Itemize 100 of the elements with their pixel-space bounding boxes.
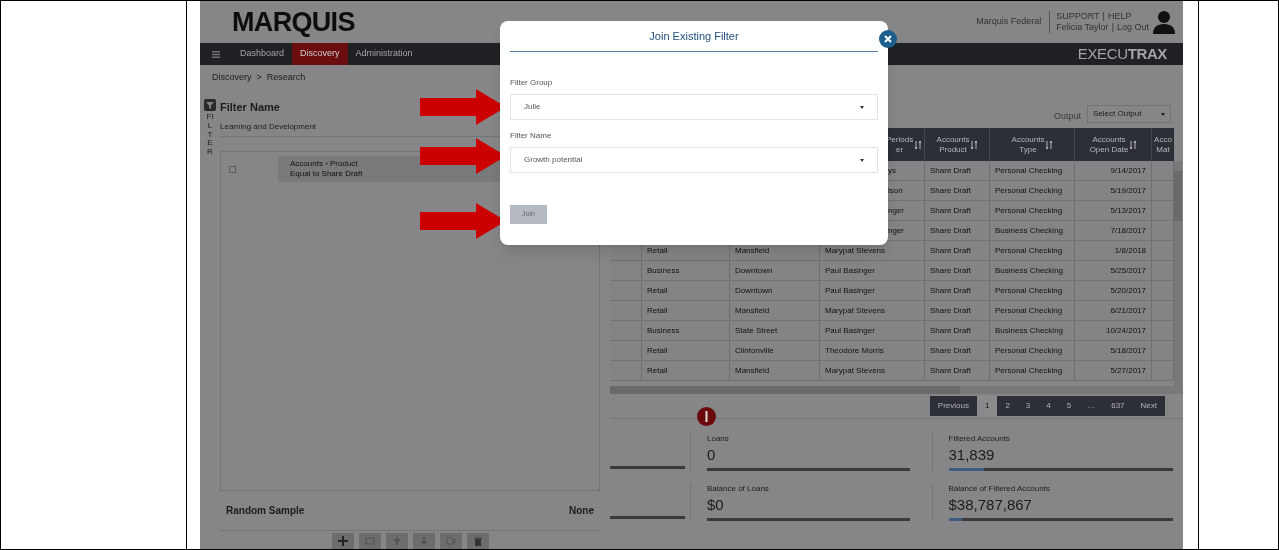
breadcrumb-separator: > xyxy=(256,71,262,85)
select-field[interactable]: Julie xyxy=(510,94,878,120)
table-cell: Mansfield xyxy=(735,244,770,257)
table-cell: Retail xyxy=(647,284,668,297)
page-button[interactable]: 2 xyxy=(997,396,1018,416)
table-cell: Retail xyxy=(647,364,668,377)
breadcrumb-link[interactable]: Research xyxy=(266,71,306,85)
table-cell: Downtown xyxy=(735,264,773,277)
table-cell: Share Draft xyxy=(930,204,971,217)
table-cell: Marypat Stevens xyxy=(825,304,886,317)
breadcrumb-link[interactable]: Discovery xyxy=(212,71,252,85)
stat-value: 31,839 xyxy=(948,445,996,465)
nav-tab[interactable]: Dashboard xyxy=(232,43,293,65)
table-cell: Mansfield xyxy=(735,304,770,317)
table-cell: State Street xyxy=(735,324,778,337)
menu-icon[interactable] xyxy=(212,50,220,58)
nav-tab[interactable]: Discovery xyxy=(292,43,348,65)
logo: MARQUIS xyxy=(232,5,355,39)
organization-name: Marquis Federal xyxy=(976,15,1042,29)
panel-title: Filter Name xyxy=(220,100,280,115)
page-button[interactable]: 5 xyxy=(1058,396,1080,416)
header-link[interactable]: Felicia Taylor xyxy=(1056,22,1109,33)
table-cell: 5/13/2017 xyxy=(1110,204,1146,217)
page-button[interactable]: 1 xyxy=(976,396,998,416)
close-button[interactable] xyxy=(879,30,897,48)
table-cell: Business Checking xyxy=(995,224,1064,237)
page-button[interactable]: 4 xyxy=(1038,396,1059,416)
modal-title: Join Existing Filter xyxy=(649,28,739,44)
table-cell: 5/18/2017 xyxy=(1110,344,1146,357)
table-cell: Share Draft xyxy=(930,364,971,377)
user-icon[interactable] xyxy=(1153,10,1175,34)
table-cell: Share Draft xyxy=(930,284,971,297)
checkbox[interactable] xyxy=(229,165,236,173)
stat-label: Balance of Filtered Accounts xyxy=(948,483,1051,495)
sort-icon xyxy=(971,140,978,149)
field-label: Filter Group xyxy=(510,77,554,89)
nav-tab[interactable]: Administration xyxy=(347,43,421,65)
sample-label: Random Sample xyxy=(226,504,305,518)
table-cell: Downtown xyxy=(735,284,773,297)
column-header[interactable]: Accounts Open Date xyxy=(1089,134,1137,155)
column-header[interactable]: Periods er xyxy=(886,134,922,155)
table-cell: nger xyxy=(888,204,904,217)
column-header[interactable]: Accounts Type xyxy=(1011,134,1053,155)
column-header[interactable]: Acco Mat xyxy=(1154,134,1172,155)
table-cell: Business Checking xyxy=(995,264,1064,277)
table-cell: Personal Checking xyxy=(995,164,1063,177)
stat-label: Balance of Loans xyxy=(707,483,770,495)
stat-value: $0 xyxy=(707,495,725,515)
table-cell: Paul Basinger xyxy=(825,264,875,277)
column-header[interactable]: Accounts Product xyxy=(936,134,978,155)
stat-value: $38,787,867 xyxy=(948,495,1033,515)
table-cell: Paul Basinger xyxy=(825,324,875,337)
page-button[interactable]: Next xyxy=(1132,396,1165,416)
page-button[interactable]: Previous xyxy=(929,396,977,416)
table-cell: Business xyxy=(647,264,680,277)
caret-icon xyxy=(1161,112,1165,116)
table-cell: Business Checking xyxy=(995,324,1064,337)
horizontal-scrollbar[interactable] xyxy=(610,386,1183,394)
table-cell: Personal Checking xyxy=(995,204,1063,217)
header-link[interactable]: Log Out xyxy=(1116,22,1149,33)
table-cell: 5/20/2017 xyxy=(1110,284,1146,297)
filter-icon[interactable] xyxy=(204,99,216,111)
table-cell: Mansfield xyxy=(735,364,770,377)
brand-logo: EXECUTRAX xyxy=(1077,43,1167,64)
sort-icon xyxy=(1130,140,1137,149)
table-cell: Share Draft xyxy=(930,224,971,237)
sort-icon xyxy=(915,140,922,149)
select-field[interactable]: Growth potential xyxy=(510,147,878,173)
stat-label: Loans xyxy=(707,433,730,445)
table-cell: Share Draft xyxy=(930,184,971,197)
copy-icon[interactable] xyxy=(439,533,462,549)
header-link[interactable]: SUPPORT xyxy=(1056,11,1100,22)
table-cell: Retail xyxy=(647,344,668,357)
page-button[interactable]: 3 xyxy=(1017,396,1039,416)
table-cell: Personal Checking xyxy=(995,284,1063,297)
separator: | xyxy=(1111,22,1114,33)
table-cell: Share Draft xyxy=(930,304,971,317)
table-cell: nger xyxy=(888,224,904,237)
trash-icon[interactable] xyxy=(466,533,489,549)
alert-icon[interactable] xyxy=(697,407,716,426)
table-cell: Personal Checking xyxy=(995,364,1063,377)
output-label: Output xyxy=(1053,109,1081,123)
table-cell: Share Draft xyxy=(930,344,971,357)
table-cell: 5/27/2017 xyxy=(1110,364,1146,377)
table-cell: Clintonville xyxy=(735,344,774,357)
add-icon[interactable] xyxy=(331,533,354,549)
table-cell: Theodore Morris xyxy=(825,344,884,357)
header-link[interactable]: HELP xyxy=(1107,11,1132,22)
table-cell: Share Draft xyxy=(930,244,971,257)
output-select[interactable]: Select Output xyxy=(1087,105,1171,123)
separator: | xyxy=(1102,11,1105,22)
table-cell: 9/14/2017 xyxy=(1110,164,1146,177)
table-cell: Personal Checking xyxy=(995,244,1063,257)
page-button[interactable]: 637 xyxy=(1103,396,1133,416)
stat-label: Filtered Accounts xyxy=(948,433,1011,445)
vertical-scrollbar[interactable] xyxy=(1174,161,1182,386)
sample-value: None xyxy=(569,504,594,518)
sort-icon xyxy=(1046,140,1053,149)
table-cell: 5/25/2017 xyxy=(1110,264,1146,277)
page-button[interactable]: … xyxy=(1079,396,1104,416)
